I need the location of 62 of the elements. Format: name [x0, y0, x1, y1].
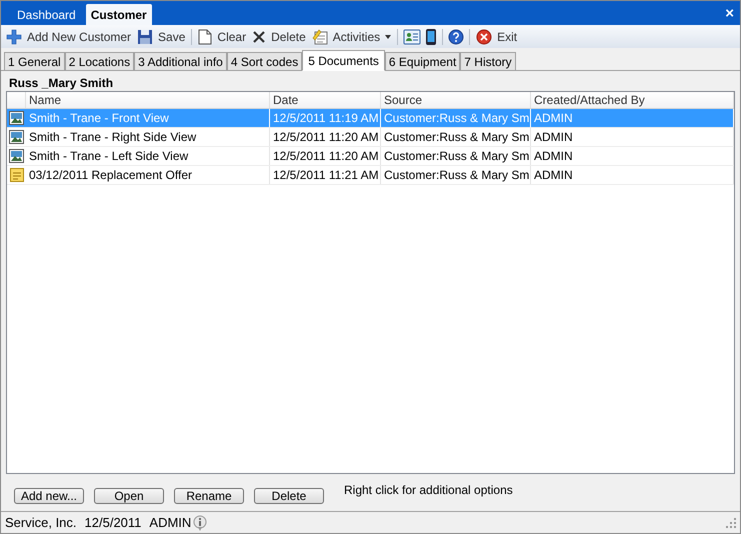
image-file-icon: [9, 149, 24, 163]
table-cell: 03/12/2011 Replacement Offer: [26, 166, 270, 184]
contact-card-icon[interactable]: [403, 28, 422, 46]
tab[interactable]: 6 Equipment: [384, 52, 460, 70]
tab[interactable]: 4 Sort codes: [226, 52, 302, 70]
plus-icon: [6, 28, 22, 44]
hint-text: Right click for additional options: [344, 482, 513, 498]
column-header[interactable]: Source: [381, 92, 531, 108]
toolbar-button[interactable]: Clear: [197, 26, 248, 46]
resize-grip-icon[interactable]: [726, 518, 736, 528]
table-row[interactable]: Smith - Trane - Right Side View 12/5/2011 11:20 AM Customer:Russ & Mary Sm ADMIN: [7, 128, 734, 147]
action-button[interactable]: Rename: [174, 488, 244, 504]
exit-icon: [476, 28, 492, 44]
table-row[interactable]: 03/12/2011 Replacement Offer 12/5/2011 11:21 AM Customer:Russ & Mary Sm ADMIN: [7, 166, 734, 185]
table-row[interactable]: Smith - Trane - Left Side View 12/5/2011 11:20 AM Customer:Russ & Mary Sm ADMIN: [7, 147, 734, 166]
column-header[interactable]: Name: [26, 92, 270, 108]
top-tab[interactable]: Customer: [86, 4, 152, 25]
top-tab[interactable]: Dashboard: [9, 4, 84, 25]
table-cell: 12/5/2011 11:21 AM: [270, 166, 381, 184]
table-cell: Smith - Trane - Front View: [26, 109, 270, 127]
table-cell: ADMIN: [531, 147, 734, 165]
table-cell: ADMIN: [531, 109, 734, 127]
tab[interactable]: 1 General: [4, 52, 65, 70]
table-cell: 12/5/2011 11:20 AM: [270, 147, 381, 165]
status-date: 12/5/2011: [84, 514, 142, 532]
close-icon: [252, 30, 266, 44]
help-icon[interactable]: [448, 28, 464, 44]
customer-name: Russ _Mary Smith: [8, 74, 114, 91]
image-file-icon: [9, 111, 24, 125]
table-cell: Smith - Trane - Right Side View: [26, 128, 270, 146]
table-cell: 12/5/2011 11:20 AM: [270, 128, 381, 146]
action-button[interactable]: Delete: [254, 488, 324, 504]
table-cell: ADMIN: [531, 166, 734, 184]
column-header[interactable]: Created/Attached By: [531, 92, 734, 108]
action-button[interactable]: Open: [94, 488, 164, 504]
page-icon: [198, 28, 212, 44]
table-cell: Customer:Russ & Mary Sm: [381, 166, 531, 184]
table-cell: Customer:Russ & Mary Sm: [381, 147, 531, 165]
image-file-icon: [9, 130, 24, 144]
company-name: Service, Inc.: [5, 514, 77, 532]
toolbar-button[interactable]: Add New Customer: [5, 26, 132, 46]
table-cell: ADMIN: [531, 128, 734, 146]
toolbar-button[interactable]: Exit: [475, 26, 518, 46]
close-button[interactable]: ×: [725, 6, 734, 20]
table-cell: Smith - Trane - Left Side View: [26, 147, 270, 165]
column-header[interactable]: Date: [270, 92, 381, 108]
user-name: ADMIN: [149, 514, 192, 532]
phone-icon[interactable]: [425, 28, 438, 46]
notepad-pencil-icon: [312, 28, 328, 44]
table-cell: Customer:Russ & Mary Sm: [381, 128, 531, 146]
note-file-icon: [10, 168, 24, 182]
tab[interactable]: 5 Documents: [302, 50, 385, 71]
tab[interactable]: 2 Locations: [64, 52, 134, 70]
table-cell: Customer:Russ & Mary Sm: [381, 109, 531, 127]
toolbar-button[interactable]: Activities: [310, 26, 392, 46]
info-icon[interactable]: [193, 514, 208, 530]
tab[interactable]: 7 History: [460, 52, 516, 70]
tab[interactable]: 3 Additional info: [134, 52, 227, 70]
toolbar-button[interactable]: Save: [136, 26, 186, 46]
table-cell: 12/5/2011 11:19 AM: [270, 109, 381, 127]
toolbar-button[interactable]: Delete: [251, 26, 307, 46]
action-button[interactable]: Add new...: [14, 488, 84, 504]
